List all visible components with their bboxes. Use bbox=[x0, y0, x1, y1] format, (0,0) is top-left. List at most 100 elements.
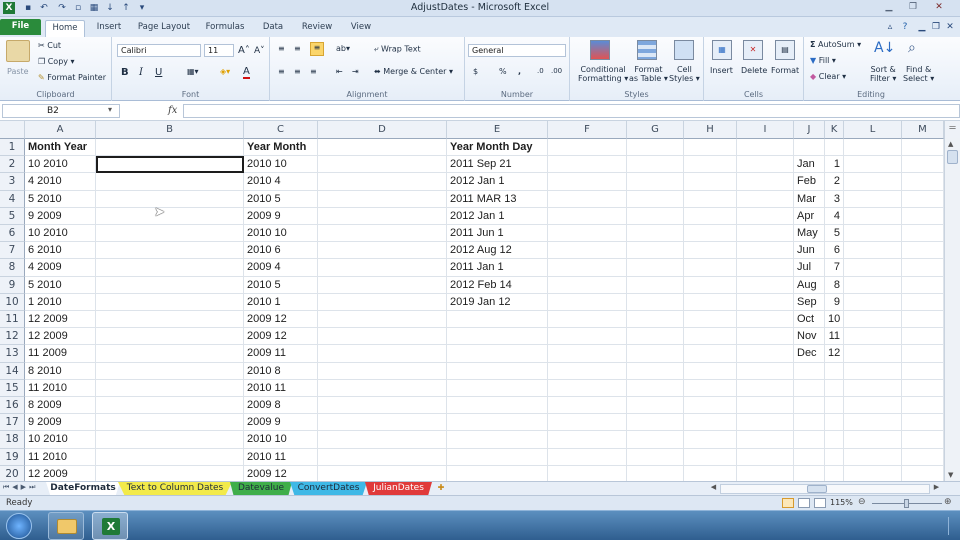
cell[interactable] bbox=[684, 362, 737, 380]
cell[interactable] bbox=[825, 431, 844, 449]
cell[interactable] bbox=[737, 173, 794, 191]
cell[interactable] bbox=[548, 414, 627, 432]
sheet-tab-juliandates[interactable]: JulianDates bbox=[365, 482, 432, 496]
bottom-align-icon[interactable]: ≡ bbox=[310, 42, 324, 56]
cell-A18[interactable]: 10 2010 bbox=[25, 431, 96, 449]
cell[interactable] bbox=[737, 225, 794, 243]
row-header-4[interactable]: 4 bbox=[0, 190, 25, 208]
cell[interactable] bbox=[737, 242, 794, 260]
tab-review[interactable]: Review bbox=[296, 20, 338, 37]
cell-J13[interactable]: Dec bbox=[794, 345, 825, 363]
conditional-formatting-icon[interactable] bbox=[590, 40, 610, 60]
delete-cells-button[interactable]: Delete bbox=[741, 66, 767, 75]
row-header-3[interactable]: 3 bbox=[0, 173, 25, 191]
cell[interactable] bbox=[684, 293, 737, 311]
cell[interactable] bbox=[447, 448, 548, 466]
format-cells-icon[interactable]: ▤ bbox=[775, 40, 795, 60]
cell-C1[interactable]: Year Month bbox=[244, 139, 318, 157]
comma-button[interactable]: , bbox=[518, 67, 521, 76]
cell-A20[interactable]: 12 2009 bbox=[25, 465, 96, 481]
cell[interactable] bbox=[96, 311, 244, 329]
worksheet-grid[interactable]: A B C D E F G H I J K L M 1 Month Year Year Month Year M… bbox=[0, 121, 944, 481]
column-header-h[interactable]: H bbox=[684, 121, 737, 139]
normal-view-icon[interactable] bbox=[782, 498, 794, 508]
cell[interactable] bbox=[627, 311, 684, 329]
format-cells-button[interactable]: Format bbox=[771, 66, 799, 75]
cell[interactable] bbox=[96, 242, 244, 260]
cell-K5[interactable]: 4 bbox=[825, 207, 844, 225]
cell[interactable] bbox=[902, 276, 944, 294]
cell[interactable] bbox=[96, 431, 244, 449]
cell[interactable] bbox=[902, 225, 944, 243]
name-box-dropdown-icon[interactable]: ▾ bbox=[108, 105, 112, 114]
cell-E5[interactable]: 2012 Jan 1 bbox=[447, 207, 548, 225]
cell[interactable] bbox=[627, 414, 684, 432]
row-header-8[interactable]: 8 bbox=[0, 259, 25, 277]
workbook-close-icon[interactable]: ✕ bbox=[944, 21, 956, 33]
cell[interactable] bbox=[737, 379, 794, 397]
cell-E8[interactable]: 2011 Jan 1 bbox=[447, 259, 548, 277]
tab-file[interactable]: File bbox=[0, 19, 41, 35]
cell-C5[interactable]: 2009 9 bbox=[244, 207, 318, 225]
cell[interactable] bbox=[627, 362, 684, 380]
cell[interactable] bbox=[844, 431, 902, 449]
cell[interactable] bbox=[447, 465, 548, 481]
cell[interactable] bbox=[844, 156, 902, 174]
cell[interactable] bbox=[844, 242, 902, 260]
cell-J6[interactable]: May bbox=[794, 225, 825, 243]
cell[interactable] bbox=[627, 139, 684, 157]
align-left-icon[interactable]: ≡ bbox=[278, 67, 285, 76]
cell[interactable] bbox=[96, 448, 244, 466]
cell-E1[interactable]: Year Month Day bbox=[447, 139, 548, 157]
cell-E9[interactable]: 2012 Feb 14 bbox=[447, 276, 548, 294]
insert-worksheet-icon[interactable]: ✚ bbox=[434, 483, 448, 494]
cell-K6[interactable]: 5 bbox=[825, 225, 844, 243]
cell-C16[interactable]: 2009 8 bbox=[244, 397, 318, 415]
cell-K10[interactable]: 9 bbox=[825, 293, 844, 311]
insert-cells-button[interactable]: Insert bbox=[710, 66, 733, 75]
column-header-f[interactable]: F bbox=[548, 121, 627, 139]
cell[interactable] bbox=[548, 293, 627, 311]
cell-C13[interactable]: 2009 11 bbox=[244, 345, 318, 363]
minimize-ribbon-icon[interactable]: ▵ bbox=[884, 21, 896, 33]
cell[interactable] bbox=[825, 379, 844, 397]
scroll-down-icon[interactable]: ▼ bbox=[948, 471, 953, 479]
cell[interactable] bbox=[447, 345, 548, 363]
cell-E6[interactable]: 2011 Jun 1 bbox=[447, 225, 548, 243]
vertical-scrollbar[interactable]: ▲ ▼ bbox=[944, 138, 960, 481]
cell-A1[interactable]: Month Year bbox=[25, 139, 96, 157]
cell[interactable] bbox=[96, 345, 244, 363]
cell[interactable] bbox=[684, 345, 737, 363]
cell[interactable] bbox=[844, 225, 902, 243]
cell[interactable] bbox=[548, 328, 627, 346]
cell[interactable] bbox=[548, 465, 627, 481]
select-all-corner[interactable] bbox=[0, 121, 25, 139]
row-header-7[interactable]: 7 bbox=[0, 242, 25, 260]
selected-cell-b2[interactable] bbox=[96, 156, 244, 174]
cell[interactable] bbox=[794, 362, 825, 380]
cell[interactable] bbox=[737, 207, 794, 225]
row-header-14[interactable]: 14 bbox=[0, 362, 25, 380]
cell[interactable] bbox=[548, 190, 627, 208]
cell[interactable] bbox=[96, 465, 244, 481]
cell[interactable] bbox=[548, 397, 627, 415]
hscroll-right-icon[interactable]: ▶ bbox=[930, 483, 943, 494]
cell[interactable] bbox=[96, 190, 244, 208]
cell-C2[interactable]: 2010 10 bbox=[244, 156, 318, 174]
cell-E3[interactable]: 2012 Jan 1 bbox=[447, 173, 548, 191]
cell[interactable] bbox=[548, 276, 627, 294]
cell[interactable] bbox=[794, 414, 825, 432]
cell[interactable] bbox=[318, 259, 447, 277]
cell[interactable] bbox=[627, 379, 684, 397]
cell[interactable] bbox=[902, 379, 944, 397]
cell[interactable] bbox=[627, 259, 684, 277]
scroll-up-icon[interactable]: ▲ bbox=[948, 140, 953, 148]
cell[interactable] bbox=[902, 465, 944, 481]
cell[interactable] bbox=[844, 328, 902, 346]
middle-align-icon[interactable]: ≡ bbox=[294, 44, 301, 53]
tab-home[interactable]: Home bbox=[45, 20, 85, 37]
cell-C15[interactable]: 2010 11 bbox=[244, 379, 318, 397]
row-header-9[interactable]: 9 bbox=[0, 276, 25, 294]
excel-taskbar-button[interactable]: X bbox=[92, 512, 128, 540]
cell[interactable] bbox=[684, 414, 737, 432]
